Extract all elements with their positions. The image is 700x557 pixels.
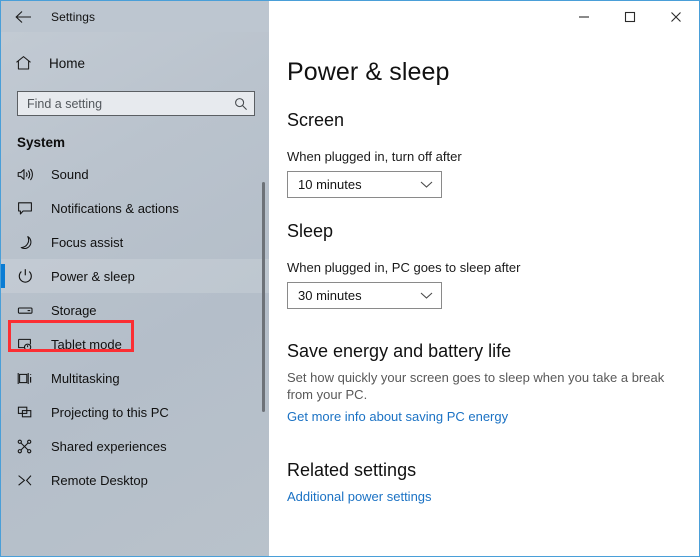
drive-icon	[17, 303, 43, 318]
screen-section-heading: Screen	[287, 110, 345, 130]
multitasking-icon	[17, 371, 43, 386]
sidebar-item-projecting-to-this-pc[interactable]: Projecting to this PC	[1, 395, 269, 429]
sidebar-item-sound[interactable]: Sound	[1, 157, 269, 191]
additional-power-settings-link[interactable]: Additional power settings	[287, 489, 432, 504]
sidebar-item-label: Remote Desktop	[51, 472, 148, 488]
sidebar-item-multitasking[interactable]: Multitasking	[1, 361, 269, 395]
search-icon[interactable]	[234, 97, 248, 111]
search-input[interactable]	[27, 96, 234, 111]
sleep-timeout-value: 30 minutes	[298, 288, 362, 303]
sidebar-item-label: Projecting to this PC	[51, 404, 169, 420]
related-settings-heading: Related settings	[287, 460, 417, 480]
sidebar-item-shared-experiences[interactable]: Shared experiences	[1, 429, 269, 463]
sidebar-item-remote-desktop[interactable]: Remote Desktop	[1, 463, 269, 497]
screen-timeout-value: 10 minutes	[298, 177, 362, 192]
sidebar-item-label: Shared experiences	[51, 438, 167, 454]
screen-timeout-dropdown[interactable]: 10 minutes	[287, 171, 442, 198]
title-bar-left: Settings	[1, 1, 269, 32]
sidebar-item-focus-assist[interactable]: Focus assist	[1, 225, 269, 259]
search-box[interactable]	[17, 91, 255, 116]
sidebar-item-label: Notifications & actions	[51, 200, 179, 216]
speaker-icon	[17, 167, 43, 182]
title-bar: Settings	[1, 1, 699, 32]
sleep-timeout-dropdown[interactable]: 30 minutes	[287, 282, 442, 309]
projecting-icon	[17, 405, 43, 420]
sidebar-nav-list: Sound Notifications & actions Focus assi…	[1, 157, 269, 497]
maximize-button[interactable]	[607, 1, 653, 32]
sidebar-item-tablet-mode[interactable]: Tablet mode	[1, 327, 269, 361]
sidebar-scrollbar[interactable]	[262, 182, 265, 412]
sidebar-home-label: Home	[49, 55, 86, 71]
energy-section-heading: Save energy and battery life	[287, 341, 512, 361]
minimize-button[interactable]	[561, 1, 607, 32]
sidebar-item-power-sleep[interactable]: Power & sleep	[1, 259, 269, 293]
settings-window: Settings Home Find a setting System Soun…	[0, 0, 700, 557]
chevron-down-icon	[420, 180, 433, 189]
sidebar-item-label: Sound	[51, 166, 89, 182]
power-icon	[17, 268, 43, 284]
sidebar: Home System	[1, 32, 269, 556]
notification-icon	[17, 201, 43, 216]
page-title: Power & sleep	[287, 58, 450, 86]
shared-experiences-icon	[17, 439, 43, 454]
moon-icon	[17, 235, 43, 250]
back-arrow-icon[interactable]	[1, 1, 45, 32]
sleep-section-heading: Sleep	[287, 221, 334, 241]
sidebar-item-label: Focus assist	[51, 234, 124, 250]
chevron-down-icon	[420, 291, 433, 300]
sidebar-item-label: Tablet mode	[51, 336, 122, 352]
home-icon	[15, 55, 41, 71]
remote-desktop-icon	[17, 473, 43, 488]
sidebar-item-label: Multitasking	[51, 370, 120, 386]
screen-field-label: When plugged in, turn off after	[287, 149, 462, 164]
sidebar-item-notifications-actions[interactable]: Notifications & actions	[1, 191, 269, 225]
sidebar-item-home[interactable]: Home	[1, 48, 269, 78]
app-title: Settings	[51, 9, 96, 24]
sidebar-item-label: Power & sleep	[51, 268, 135, 284]
sidebar-item-storage[interactable]: Storage	[1, 293, 269, 327]
sidebar-item-label: Storage	[51, 302, 97, 318]
sleep-field-label: When plugged in, PC goes to sleep after	[287, 260, 521, 275]
energy-description: Set how quickly your screen goes to slee…	[287, 370, 665, 402]
sidebar-group-title: System	[17, 135, 66, 150]
window-controls	[269, 1, 699, 32]
tablet-icon	[17, 337, 43, 352]
saving-pc-energy-link[interactable]: Get more info about saving PC energy	[287, 409, 508, 424]
main-content: Power & sleep Screen When plugged in, tu…	[269, 32, 699, 556]
close-button[interactable]	[653, 1, 699, 32]
window-body: Home System	[1, 32, 699, 556]
